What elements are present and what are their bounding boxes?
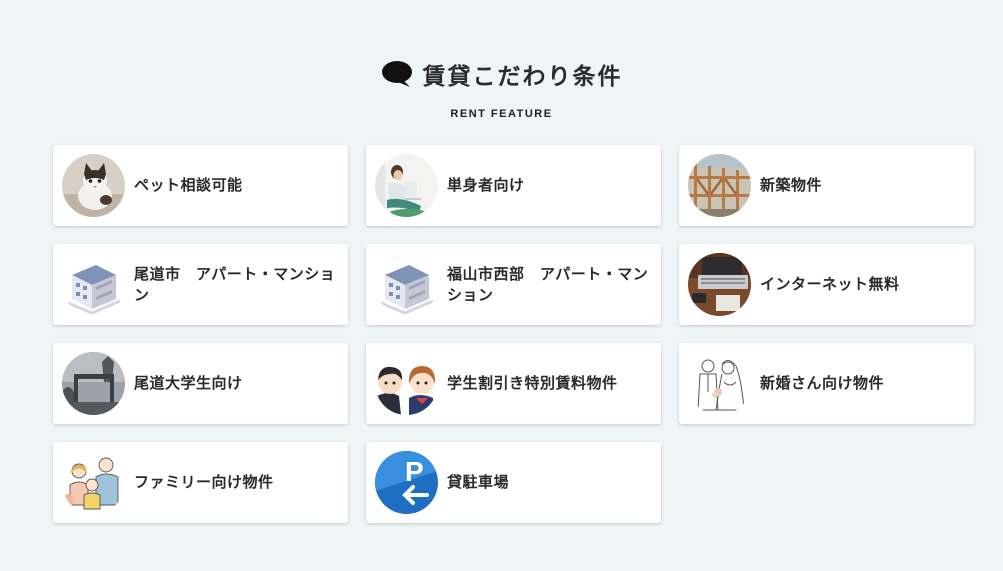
feature-label: 福山市西部 アパート・マンション — [447, 264, 649, 304]
feature-label: 単身者向け — [447, 176, 525, 194]
feature-label: 尾道大学生向け — [134, 374, 243, 392]
feature-label: 新築物件 — [760, 176, 823, 194]
laptop-photo-icon — [688, 253, 751, 316]
feature-card-student-discount[interactable]: 学生割引き特別賃料物件 — [366, 343, 661, 424]
feature-card-internet-free[interactable]: インターネット無料 — [679, 244, 974, 325]
feature-card-family[interactable]: ファミリー向け物件 — [53, 442, 348, 523]
feature-card-pet[interactable]: ペット相談可能 — [53, 145, 348, 226]
students-illustration-icon — [375, 352, 438, 415]
title-row: 賃貸こだわり条件 — [381, 57, 623, 91]
feature-label: インターネット無料 — [760, 275, 900, 293]
pet-cat-photo-icon — [62, 154, 125, 217]
section-subtitle: RENT FEATURE — [450, 108, 553, 120]
university-gate-photo-icon — [62, 352, 125, 415]
feature-grid: ペット相談可能 単身者向け 新築物件 尾道市 アパート・マンション 福山市西部 … — [53, 145, 974, 523]
speech-bubble-icon — [381, 60, 413, 88]
apartment-building-illustration-icon — [62, 253, 125, 316]
feature-card-single[interactable]: 単身者向け — [366, 145, 661, 226]
feature-card-onomichi-apartment[interactable]: 尾道市 アパート・マンション — [53, 244, 348, 325]
feature-label: ペット相談可能 — [134, 176, 243, 194]
section-title: 賃貸こだわり条件 — [422, 64, 623, 90]
feature-card-parking[interactable]: P 貸駐車場 — [366, 442, 661, 523]
svg-text:P: P — [405, 456, 424, 487]
feature-label: 貸駐車場 — [447, 473, 510, 491]
feature-card-new-construction[interactable]: 新築物件 — [679, 145, 974, 226]
parking-sign-photo-icon: P — [375, 451, 438, 514]
feature-label: 新婚さん向け物件 — [760, 374, 885, 392]
rent-feature-section: 賃貸こだわり条件 RENT FEATURE ペット相談可能 単身者向け 新築物件… — [0, 0, 1003, 571]
feature-label: 学生割引き特別賃料物件 — [447, 374, 618, 392]
new-construction-photo-icon — [688, 154, 751, 217]
feature-label: 尾道市 アパート・マンション — [134, 264, 336, 304]
feature-card-fukuyama-apartment[interactable]: 福山市西部 アパート・マンション — [366, 244, 661, 325]
single-person-photo-icon — [375, 154, 438, 217]
feature-label: ファミリー向け物件 — [134, 473, 274, 491]
feature-card-onomichi-university[interactable]: 尾道大学生向け — [53, 343, 348, 424]
feature-card-newlyweds[interactable]: 新婚さん向け物件 — [679, 343, 974, 424]
apartment-building-illustration-icon — [375, 253, 438, 316]
section-heading: 賃貸こだわり条件 RENT FEATURE — [0, 57, 1003, 120]
family-illustration-icon — [62, 451, 125, 514]
newlyweds-illustration-icon — [688, 352, 751, 415]
